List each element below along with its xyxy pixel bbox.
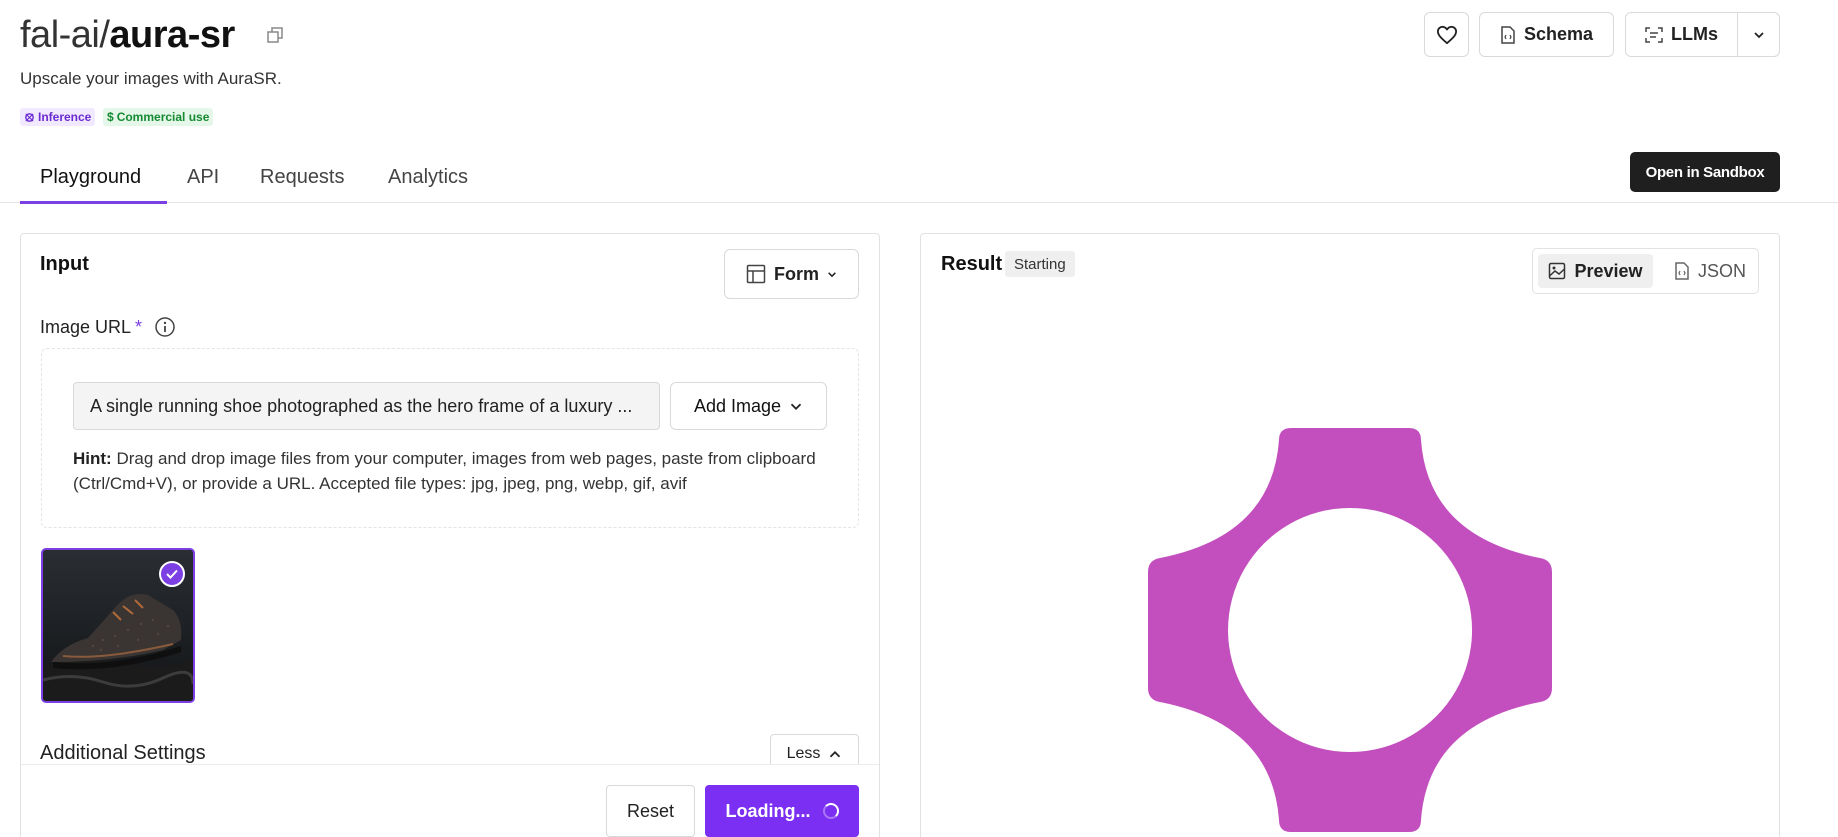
favorite-button[interactable] (1424, 12, 1469, 57)
json-tab[interactable]: JSON (1667, 254, 1753, 288)
hint-text: Drag and drop image files from your comp… (73, 449, 816, 493)
status-badge: Starting (1005, 251, 1075, 277)
form-toggle-label: Form (774, 263, 819, 284)
add-image-button[interactable]: Add Image (670, 382, 827, 430)
llms-button[interactable]: LLMs (1625, 12, 1738, 57)
file-code-icon (1501, 25, 1515, 44)
image-url-label-text: Image URL (40, 316, 132, 337)
result-panel-title: Result (941, 253, 1003, 275)
file-code-icon (1675, 262, 1689, 280)
image-url-input[interactable]: A single running shoe photographed as th… (73, 382, 660, 430)
add-image-label: Add Image (693, 395, 782, 416)
open-in-sandbox-button[interactable]: Open in Sandbox (1630, 152, 1780, 192)
dollar-icon: $ (107, 110, 114, 124)
model-name: aura-sr (109, 14, 235, 56)
preview-tab[interactable]: Preview (1538, 254, 1653, 288)
form-toggle-button[interactable]: Form (724, 249, 859, 299)
heart-icon (1436, 25, 1457, 44)
tab-requests[interactable]: Requests (260, 166, 345, 189)
tab-analytics[interactable]: Analytics (388, 166, 468, 189)
image-icon (1549, 262, 1566, 280)
spinner-icon (822, 803, 839, 819)
run-label: Loading... (725, 800, 811, 821)
chevron-down-icon (828, 271, 836, 277)
info-icon[interactable] (154, 316, 176, 338)
inference-label: Inference (38, 110, 92, 124)
inference-icon (25, 112, 34, 122)
schema-button[interactable]: Schema (1479, 12, 1614, 57)
llms-dropdown-button[interactable] (1737, 12, 1780, 57)
inference-badge: Inference (20, 108, 96, 126)
json-label: JSON (1697, 260, 1746, 281)
additional-settings-heading: Additional Settings (40, 742, 206, 764)
scan-text-icon (1645, 26, 1663, 43)
active-tab-indicator (20, 201, 167, 204)
preview-label: Preview (1574, 260, 1643, 281)
image-url-label: Image URL * (40, 316, 176, 338)
tabs-divider (0, 202, 1838, 203)
hint-label: Hint: (73, 449, 112, 468)
commercial-badge: $ Commercial use (103, 108, 214, 126)
org-name: fal-ai/ (20, 14, 110, 56)
commercial-label: Commercial use (116, 110, 210, 124)
input-panel-title: Input (40, 253, 89, 275)
reset-button[interactable]: Reset (606, 785, 695, 837)
page-title: fal-ai/aura-sr (20, 12, 235, 58)
less-label: Less (786, 745, 821, 762)
image-dropzone[interactable] (41, 348, 859, 528)
chevron-down-icon (1753, 31, 1764, 38)
llms-label: LLMs (1671, 24, 1718, 44)
layout-icon (746, 264, 766, 284)
chevron-up-icon (830, 750, 841, 757)
tab-playground[interactable]: Playground (40, 166, 141, 189)
run-button[interactable]: Loading... (705, 785, 859, 837)
copy-icon[interactable] (266, 26, 284, 44)
selected-check-icon (159, 561, 185, 587)
fal-logo-loading-icon (1148, 428, 1552, 832)
schema-label: Schema (1523, 24, 1594, 44)
required-mark: * (135, 316, 143, 337)
tab-api[interactable]: API (187, 166, 219, 189)
chevron-down-icon (790, 403, 802, 410)
upload-hint: Hint: Drag and drop image files from you… (73, 446, 833, 496)
page-subtitle: Upscale your images with AuraSR. (20, 69, 282, 88)
